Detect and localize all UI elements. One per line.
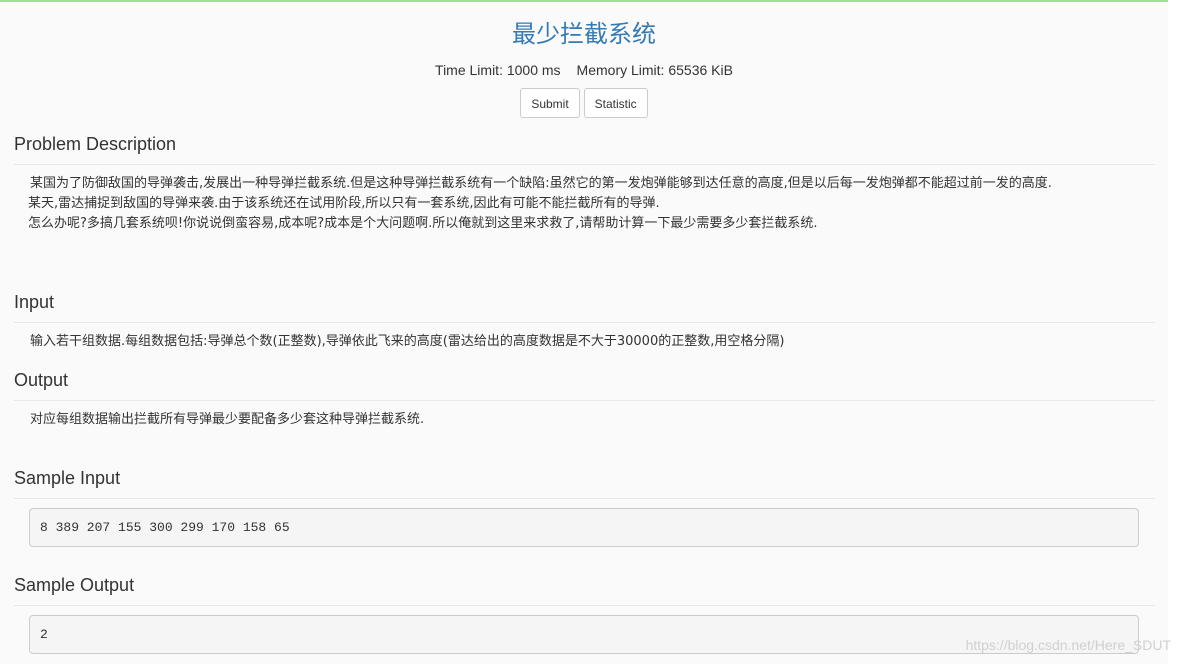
memory-limit: Memory Limit: 65536 KiB: [576, 62, 733, 78]
time-limit: Time Limit: 1000 ms: [435, 62, 561, 78]
description-line: 某国为了防御敌国的导弹袭击,发展出一种导弹拦截系统.但是这种导弹拦截系统有一个缺…: [30, 176, 1052, 191]
input-text: 输入若干组数据.每组数据包括:导弹总个数(正整数),导弹依此飞来的高度(雷达给出…: [30, 334, 785, 349]
sample-input-box[interactable]: 8 389 207 155 300 299 170 158 65: [29, 508, 1139, 547]
problem-limits: Time Limit: 1000 ms Memory Limit: 65536 K…: [0, 61, 1168, 79]
submit-button[interactable]: Submit: [520, 88, 580, 118]
input-body: 输入若干组数据.每组数据包括:导弹总个数(正整数),导弹依此飞来的高度(雷达给出…: [30, 332, 1150, 352]
statistic-button[interactable]: Statistic: [583, 88, 648, 118]
problem-page: 最少拦截系统 Time Limit: 1000 ms Memory Limit: …: [0, 0, 1168, 664]
description-line: 某天,雷达捕捉到敌国的导弹来袭.由于该系统还在试用阶段,所以只有一套系统,因此有…: [28, 196, 660, 211]
action-buttons: Submit Statistic: [0, 88, 1168, 118]
sample-input-heading: Sample Input: [14, 467, 1155, 499]
description-heading: Problem Description: [14, 133, 1155, 165]
description-body: 某国为了防御敌国的导弹袭击,发展出一种导弹拦截系统.但是这种导弹拦截系统有一个缺…: [28, 174, 1150, 234]
problem-title: 最少拦截系统: [512, 20, 656, 48]
sample-output-heading: Sample Output: [14, 574, 1155, 606]
description-line: 怎么办呢?多搞几套系统呗!你说说倒蛮容易,成本呢?成本是个大问题啊.所以俺就到这…: [28, 216, 818, 231]
input-heading: Input: [14, 291, 1155, 323]
output-text: 对应每组数据输出拦截所有导弹最少要配备多少套这种导弹拦截系统.: [30, 412, 425, 427]
output-heading: Output: [14, 369, 1155, 401]
watermark: https://blog.csdn.net/Here_SDUT: [965, 637, 1171, 653]
output-body: 对应每组数据输出拦截所有导弹最少要配备多少套这种导弹拦截系统.: [30, 410, 1150, 430]
